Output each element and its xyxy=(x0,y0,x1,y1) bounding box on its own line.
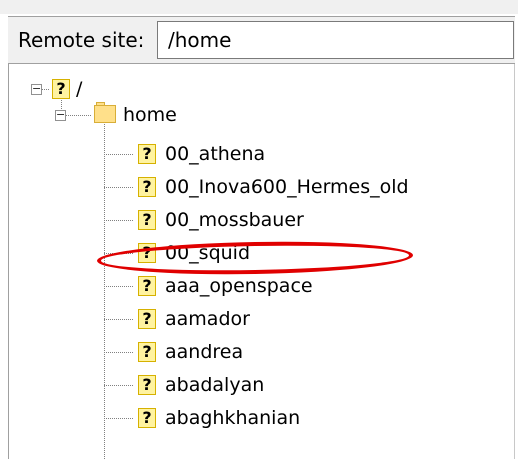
tree-item-folder[interactable]: aaa_openspace xyxy=(165,274,313,298)
tree-connector xyxy=(104,187,134,188)
tree-connector xyxy=(104,286,134,287)
question-mark-icon: ? xyxy=(138,375,156,395)
home-collapse-toggle[interactable]: − xyxy=(55,109,66,121)
folder-icon xyxy=(94,102,116,123)
question-mark-icon: ? xyxy=(138,144,156,164)
remote-site-panel: Remote site: /home − ? / − home ? 00_ath… xyxy=(0,0,518,459)
tree-connector xyxy=(104,352,134,353)
tree-item-folder[interactable]: 00_athena xyxy=(165,142,265,166)
remote-directory-tree: − ? / − home ? 00_athena ? 00_Inova600_H… xyxy=(9,64,514,459)
tree-item-folder[interactable]: abadalyan xyxy=(165,373,264,397)
tree-item-folder[interactable]: 00_mossbauer xyxy=(165,208,304,232)
tree-item-root[interactable]: / xyxy=(76,77,82,101)
question-mark-icon: ? xyxy=(138,177,156,197)
tree-item-home[interactable]: home xyxy=(123,103,177,127)
panel-right-border xyxy=(514,16,515,459)
question-mark-icon: ? xyxy=(138,408,156,428)
tree-item-folder[interactable]: abaghkhanian xyxy=(165,406,300,430)
tree-item-folder[interactable]: aandrea xyxy=(165,340,243,364)
question-mark-icon: ? xyxy=(138,309,156,329)
tree-connector xyxy=(104,418,134,419)
question-mark-icon: ? xyxy=(138,210,156,230)
tree-connector xyxy=(66,115,91,116)
question-mark-icon: ? xyxy=(52,79,70,99)
remote-path-input[interactable]: /home xyxy=(157,21,514,59)
tree-item-folder[interactable]: aamador xyxy=(165,307,250,331)
tree-connector xyxy=(104,124,105,459)
tree-connector xyxy=(104,154,134,155)
remote-site-label: Remote site: xyxy=(18,28,145,52)
tree-connector xyxy=(104,319,134,320)
tree-connector xyxy=(104,253,134,254)
tree-connector xyxy=(42,89,50,90)
tree-connector xyxy=(104,220,134,221)
tree-item-folder[interactable]: 00_squid xyxy=(165,241,250,265)
root-collapse-toggle[interactable]: − xyxy=(31,83,42,95)
question-mark-icon: ? xyxy=(138,276,156,296)
question-mark-icon: ? xyxy=(138,342,156,362)
panel-top-strip xyxy=(0,0,518,14)
question-mark-icon: ? xyxy=(138,243,156,263)
tree-item-folder[interactable]: 00_Inova600_Hermes_old xyxy=(165,175,409,199)
tree-connector xyxy=(104,385,134,386)
